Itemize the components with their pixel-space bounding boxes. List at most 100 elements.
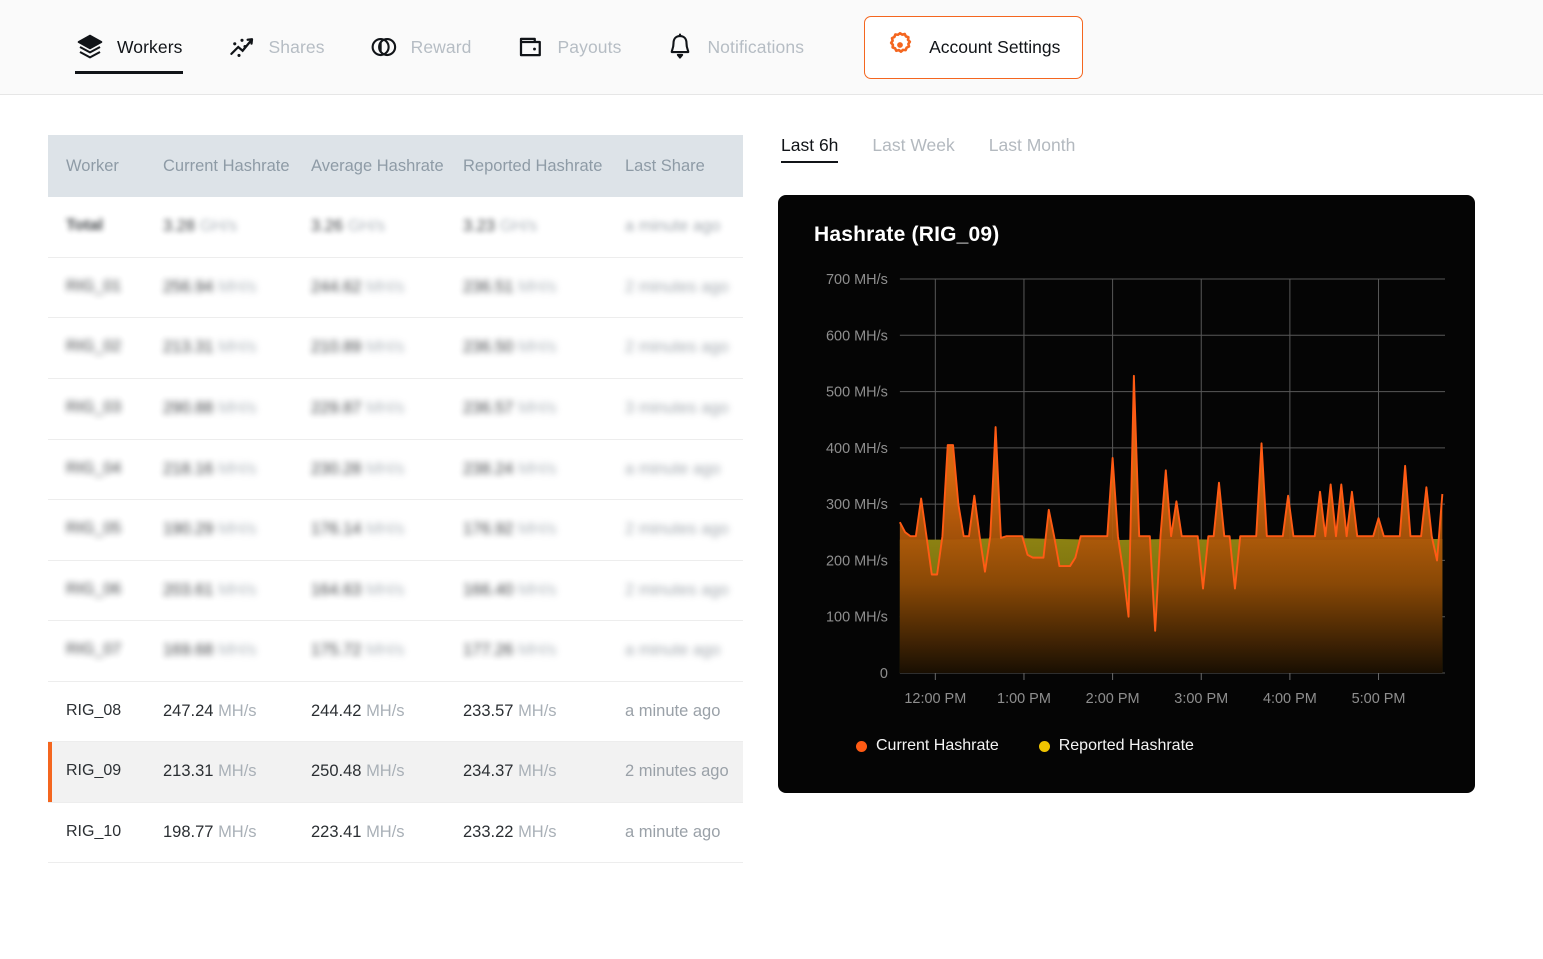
cell-last-share: 2 minutes ago (625, 742, 743, 803)
cell-current-hashrate: 256.94 MH/s (163, 257, 311, 318)
cell-reported-hashrate: 236.50 MH/s (463, 318, 625, 379)
cell-last-share: a minute ago (625, 802, 743, 863)
cell-worker: RIG_08 (48, 681, 163, 742)
cell-last-share: 2 minutes ago (625, 257, 743, 318)
cell-average-hashrate: 175.72 MH/s (311, 621, 463, 682)
legend-dot-icon (1039, 741, 1050, 752)
svg-text:300 MH/s: 300 MH/s (826, 497, 888, 513)
cell-current-hashrate: 213.31 MH/s (163, 318, 311, 379)
time-range-tabs: Last 6h Last Week Last Month (778, 135, 1478, 163)
table-row[interactable]: RIG_04218.16 MH/s230.28 MH/s238.24 MH/sa… (48, 439, 743, 500)
table-row[interactable]: RIG_01256.94 MH/s244.62 MH/s236.51 MH/s2… (48, 257, 743, 318)
cell-reported-hashrate: 234.37 MH/s (463, 742, 625, 803)
legend-item[interactable]: Current Hashrate (856, 737, 999, 755)
cell-average-hashrate: 230.28 MH/s (311, 439, 463, 500)
cell-worker: RIG_10 (48, 802, 163, 863)
legend-label: Reported Hashrate (1059, 737, 1194, 755)
cell-reported-hashrate: 233.57 MH/s (463, 681, 625, 742)
table-row[interactable]: RIG_02213.31 MH/s210.89 MH/s236.50 MH/s2… (48, 318, 743, 379)
cell-average-hashrate: 229.87 MH/s (311, 378, 463, 439)
range-tab-last-month[interactable]: Last Month (989, 135, 1076, 163)
scatter-chart-icon (227, 32, 257, 62)
cell-average-hashrate: 244.62 MH/s (311, 257, 463, 318)
legend-label: Current Hashrate (876, 737, 999, 755)
nav-item-notifications[interactable]: Notifications (665, 0, 804, 95)
table-row[interactable]: RIG_06203.61 MH/s164.63 MH/s166.40 MH/s2… (48, 560, 743, 621)
nav-item-shares[interactable]: Shares (227, 0, 325, 95)
svg-text:400 MH/s: 400 MH/s (826, 441, 888, 457)
chart-legend: Current Hashrate Reported Hashrate (814, 737, 1449, 755)
nav-label-workers: Workers (117, 37, 183, 58)
column-header-current-hashrate: Current Hashrate (163, 135, 311, 197)
svg-text:5:00 PM: 5:00 PM (1352, 691, 1406, 707)
table-row[interactable]: RIG_10198.77 MH/s223.41 MH/s233.22 MH/sa… (48, 802, 743, 863)
chart-plot-area[interactable]: 0100 MH/s200 MH/s300 MH/s400 MH/s500 MH/… (814, 261, 1449, 721)
nav-label-notifications: Notifications (707, 37, 804, 58)
cell-last-share: 2 minutes ago (625, 560, 743, 621)
cell-worker: Total (48, 197, 163, 257)
table-row[interactable]: Total3.28 GH/s3.26 GH/s3.23 GH/sa minute… (48, 197, 743, 257)
cell-reported-hashrate: 233.22 MH/s (463, 802, 625, 863)
cell-last-share: 2 minutes ago (625, 318, 743, 379)
table-row[interactable]: RIG_07169.68 MH/s175.72 MH/s177.26 MH/sa… (48, 621, 743, 682)
legend-item[interactable]: Reported Hashrate (1039, 737, 1194, 755)
cell-last-share: 3 minutes ago (625, 378, 743, 439)
table-row[interactable]: RIG_08247.24 MH/s244.42 MH/s233.57 MH/sa… (48, 681, 743, 742)
hashrate-chart-card: Hashrate (RIG_09) 0100 MH/s200 MH/s300 M… (778, 195, 1475, 793)
cell-worker: RIG_04 (48, 439, 163, 500)
cell-average-hashrate: 3.26 GH/s (311, 197, 463, 257)
column-header-last-share: Last Share (625, 135, 743, 197)
cell-current-hashrate: 198.77 MH/s (163, 802, 311, 863)
svg-text:500 MH/s: 500 MH/s (826, 385, 888, 401)
cell-worker: RIG_01 (48, 257, 163, 318)
svg-text:200 MH/s: 200 MH/s (826, 553, 888, 569)
cell-average-hashrate: 244.42 MH/s (311, 681, 463, 742)
gear-icon (885, 30, 915, 65)
wallet-icon (516, 32, 546, 62)
cell-current-hashrate: 218.16 MH/s (163, 439, 311, 500)
svg-text:700 MH/s: 700 MH/s (826, 272, 888, 288)
workers-table-pane: Worker Current Hashrate Average Hashrate… (0, 95, 750, 863)
top-navigation-bar: Workers Shares Reward (0, 0, 1543, 95)
svg-text:2:00 PM: 2:00 PM (1086, 691, 1140, 707)
table-row[interactable]: RIG_05190.29 MH/s176.14 MH/s176.92 MH/s2… (48, 500, 743, 561)
cell-reported-hashrate: 176.92 MH/s (463, 500, 625, 561)
cell-reported-hashrate: 236.51 MH/s (463, 257, 625, 318)
cell-current-hashrate: 190.29 MH/s (163, 500, 311, 561)
table-header-row: Worker Current Hashrate Average Hashrate… (48, 135, 743, 197)
table-row[interactable]: RIG_09213.31 MH/s250.48 MH/s234.37 MH/s2… (48, 742, 743, 803)
nav-item-reward[interactable]: Reward (369, 0, 472, 95)
cell-last-share: a minute ago (625, 621, 743, 682)
account-settings-label: Account Settings (929, 37, 1060, 58)
nav-label-shares: Shares (269, 37, 325, 58)
account-settings-button[interactable]: Account Settings (864, 16, 1083, 79)
column-header-average-hashrate: Average Hashrate (311, 135, 463, 197)
cell-current-hashrate: 247.24 MH/s (163, 681, 311, 742)
coins-icon (369, 32, 399, 62)
cell-current-hashrate: 3.28 GH/s (163, 197, 311, 257)
nav-item-workers[interactable]: Workers (75, 0, 183, 95)
workers-table-body: Total3.28 GH/s3.26 GH/s3.23 GH/sa minute… (48, 197, 743, 863)
cell-average-hashrate: 176.14 MH/s (311, 500, 463, 561)
svg-text:4:00 PM: 4:00 PM (1263, 691, 1317, 707)
cell-reported-hashrate: 166.40 MH/s (463, 560, 625, 621)
cell-worker: RIG_07 (48, 621, 163, 682)
cell-current-hashrate: 169.68 MH/s (163, 621, 311, 682)
workers-table-head: Worker Current Hashrate Average Hashrate… (48, 135, 743, 197)
range-tab-last-6h[interactable]: Last 6h (781, 135, 838, 163)
svg-text:1:00 PM: 1:00 PM (997, 691, 1051, 707)
nav-item-payouts[interactable]: Payouts (516, 0, 622, 95)
cell-current-hashrate: 203.61 MH/s (163, 560, 311, 621)
cell-worker: RIG_06 (48, 560, 163, 621)
layers-icon (75, 32, 105, 62)
cell-average-hashrate: 210.89 MH/s (311, 318, 463, 379)
range-tab-last-week[interactable]: Last Week (872, 135, 954, 163)
table-row[interactable]: RIG_03290.88 MH/s229.87 MH/s236.57 MH/s3… (48, 378, 743, 439)
page-content: Worker Current Hashrate Average Hashrate… (0, 95, 1543, 863)
svg-text:12:00 PM: 12:00 PM (904, 691, 966, 707)
hashrate-plot-svg: 0100 MH/s200 MH/s300 MH/s400 MH/s500 MH/… (814, 261, 1449, 721)
cell-worker: RIG_09 (48, 742, 163, 803)
bell-icon (665, 32, 695, 62)
cell-average-hashrate: 164.63 MH/s (311, 560, 463, 621)
cell-average-hashrate: 250.48 MH/s (311, 742, 463, 803)
